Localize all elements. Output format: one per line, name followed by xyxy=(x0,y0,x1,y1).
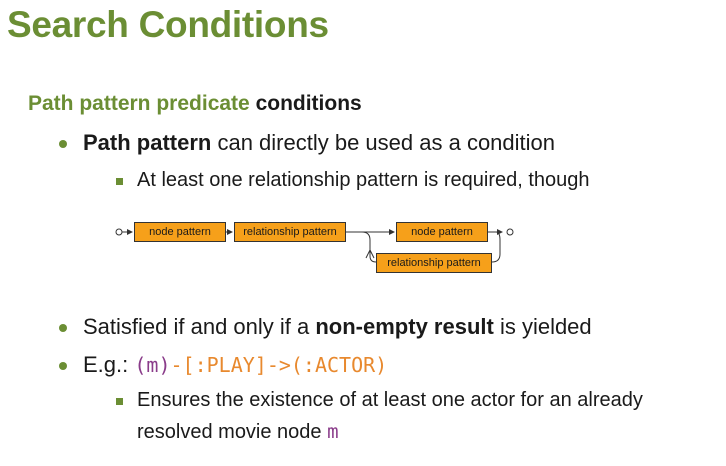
subbullet-ensures-continued: resolved movie node m xyxy=(137,421,339,444)
relationship-pattern-box: relationship pattern xyxy=(234,222,346,242)
subbullet-square-icon xyxy=(116,178,123,185)
bullet-text: is yielded xyxy=(493,314,592,339)
diagram-start-circle xyxy=(115,228,123,236)
subbullet-text: resolved movie node xyxy=(137,421,328,443)
bullet-bold-text: non-empty result xyxy=(315,314,494,339)
bullet-text: E.g.: xyxy=(83,352,135,377)
code-variable: (m) xyxy=(134,353,171,377)
bullet-dot-icon xyxy=(59,324,67,332)
bullet-path-pattern: Path pattern can directly be used as a c… xyxy=(59,130,556,156)
bullet-text: Satisfied if and only if a xyxy=(83,314,316,339)
bullet-satisfied: Satisfied if and only if a non-empty res… xyxy=(59,314,592,340)
bullet-example: E.g.: (m)-[:PLAY]->(:ACTOR) xyxy=(59,352,388,378)
code-path: -[:PLAY]->(:ACTOR) xyxy=(170,353,388,377)
bullet-text: can directly be used as a condition xyxy=(211,130,556,155)
code-variable: m xyxy=(327,421,339,443)
section-heading-part2: conditions xyxy=(255,92,362,115)
subbullet-square-icon xyxy=(116,398,123,405)
bullet-bold-text: Path pattern xyxy=(83,130,212,155)
subbullet-ensures: Ensures the existence of at least one ac… xyxy=(116,389,643,412)
bullet-dot-icon xyxy=(59,140,67,148)
subbullet-text: Ensures the existence of at least one ac… xyxy=(137,389,643,411)
section-heading: Path pattern predicate conditions xyxy=(28,92,362,116)
relationship-pattern-loop-box: relationship pattern xyxy=(376,253,492,273)
node-pattern-box: node pattern xyxy=(134,222,226,242)
slide-title: Search Conditions xyxy=(7,4,329,45)
bullet-dot-icon xyxy=(59,362,67,370)
subbullet-text: At least one relationship pattern is req… xyxy=(137,169,590,191)
subbullet-relationship-required: At least one relationship pattern is req… xyxy=(116,169,590,192)
node-pattern-box: node pattern xyxy=(396,222,488,242)
diagram-end-circle xyxy=(506,228,514,236)
section-heading-part1: Path pattern predicate xyxy=(28,92,256,115)
